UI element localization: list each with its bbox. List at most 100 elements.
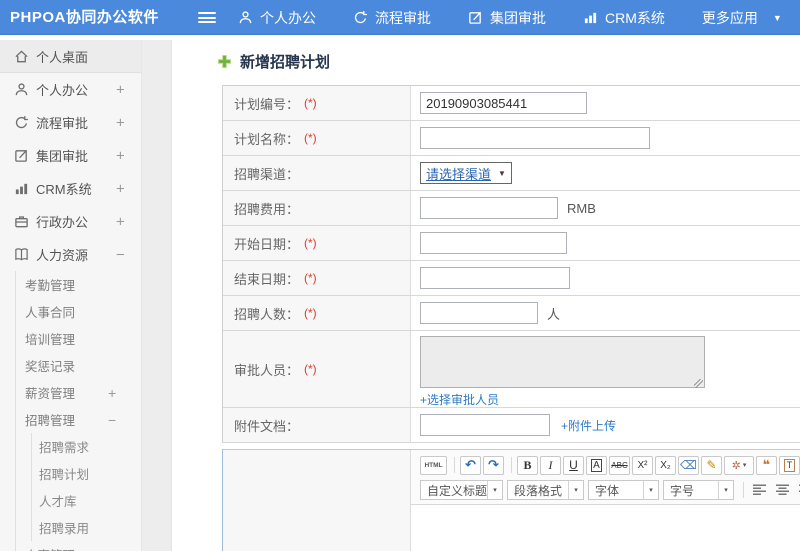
nav-item-crm[interactable]: CRM系统 (583, 8, 665, 28)
upload-attachment-link[interactable]: +附件上传 (561, 417, 616, 434)
align-center-icon[interactable] (772, 481, 794, 500)
paste-text-button[interactable]: T (779, 455, 800, 475)
collapse-icon[interactable]: − (108, 412, 116, 428)
form-row-attachment: 附件文档： +附件上传 (223, 408, 800, 443)
expand-icon[interactable]: + (116, 114, 125, 131)
approvers-textarea[interactable] (420, 336, 705, 388)
form-row-headcount: 招聘人数： (*) 人 (223, 296, 800, 331)
book-icon (14, 247, 29, 262)
resize-handle[interactable] (694, 379, 703, 388)
field-label: 附件文档： (234, 418, 300, 434)
hamburger-menu-icon[interactable] (198, 12, 216, 24)
custom-title-combo[interactable]: 自定义标题 ▾ (420, 480, 503, 500)
font-size-combo[interactable]: 字号 ▾ (663, 480, 734, 500)
bold-button[interactable]: B (517, 455, 538, 475)
headcount-unit: 人 (547, 306, 561, 322)
collapse-icon[interactable]: − (116, 246, 125, 263)
sidebar-item-admin-office[interactable]: 行政办公 + (0, 205, 141, 238)
underline-glyph: U (569, 458, 578, 472)
expand-icon[interactable]: + (116, 81, 125, 98)
select-approvers-link[interactable]: +选择审批人员 (420, 391, 499, 408)
edit-icon (14, 148, 29, 163)
fee-unit: RMB (567, 200, 596, 216)
sidebar-item-talent-pool[interactable]: 人才库 (32, 487, 141, 514)
sidebar-item-label: 行政办公 (36, 215, 89, 230)
attachment-input[interactable] (420, 414, 550, 436)
form-row-approvers: 审批人员： (*) +选择审批人员 (223, 331, 800, 408)
sidebar-item-label: 个人办公 (36, 83, 89, 98)
sidebar-item-personnel-mgmt[interactable]: 人事管理 + (16, 541, 141, 551)
expand-icon[interactable]: + (116, 180, 125, 197)
headcount-input[interactable] (420, 302, 538, 324)
sidebar-item-hr-contract[interactable]: 人事合同 (16, 298, 141, 325)
start-date-input[interactable] (420, 232, 567, 254)
sidebar-item-hr[interactable]: 人力资源 − (0, 238, 141, 271)
sidebar-item-salary[interactable]: 薪资管理 + (16, 379, 141, 406)
sidebar-item-personal-desktop[interactable]: 个人桌面 (0, 40, 141, 73)
italic-button[interactable]: I (540, 455, 561, 475)
expand-icon[interactable]: + (116, 147, 125, 164)
nav-item-workflow-approval[interactable]: 流程审批 (353, 8, 431, 28)
subscript-button[interactable]: X₂ (655, 455, 676, 475)
sidebar-item-label: 人才库 (39, 495, 77, 509)
fee-input[interactable] (420, 197, 558, 219)
app-logo: PHPOA协同办公软件 (10, 9, 159, 26)
expand-icon[interactable]: + (108, 385, 116, 401)
sidebar-item-label: 人事合同 (25, 306, 76, 320)
sidebar-item-recruit-hire[interactable]: 招聘录用 (32, 514, 141, 541)
expand-icon[interactable]: + (116, 213, 125, 230)
required-marker: (*) (304, 96, 317, 110)
nav-item-group-approval[interactable]: 集团审批 (468, 8, 546, 28)
sidebar-item-training[interactable]: 培训管理 (16, 325, 141, 352)
nav-item-more-apps[interactable]: 更多应用 (702, 8, 758, 28)
required-marker: (*) (304, 131, 317, 145)
plan-name-input[interactable] (420, 127, 650, 149)
sidebar-item-label: 招聘需求 (39, 441, 90, 455)
format-brush-icon[interactable]: ✎ (701, 455, 722, 475)
font-family-combo[interactable]: 字体 ▾ (588, 480, 659, 500)
nav-item-personal-office[interactable]: 个人办公 (238, 8, 316, 28)
undo-icon (14, 115, 29, 130)
sidebar-item-group-approval[interactable]: 集团审批 + (0, 139, 141, 172)
align-right-icon[interactable] (795, 481, 800, 500)
sidebar-item-reward-punishment[interactable]: 奖惩记录 (16, 352, 141, 379)
eraser-icon[interactable]: ⌫ (678, 455, 699, 475)
channel-select[interactable]: 请选择渠道 ▼ (420, 162, 512, 184)
sidebar-item-label: 集团审批 (36, 149, 89, 164)
editor-content-area[interactable] (411, 505, 800, 551)
end-date-input[interactable] (420, 267, 570, 289)
sidebar-item-recruit-mgmt[interactable]: 招聘管理 − (16, 406, 141, 433)
sidebar-item-label: 招聘管理 (25, 414, 76, 428)
sidebar-item-recruit-plan[interactable]: 招聘计划 (32, 460, 141, 487)
caret-down-icon: ▾ (568, 481, 583, 499)
undo-icon (353, 10, 368, 25)
sidebar-item-attendance[interactable]: 考勤管理 (16, 271, 141, 298)
blockquote-button[interactable]: ❝ (756, 455, 777, 475)
nav-label: 个人办公 (260, 9, 316, 26)
html-source-button[interactable]: HTML (420, 455, 447, 475)
required-marker: (*) (304, 362, 317, 376)
font-border-button[interactable]: A (586, 455, 607, 475)
sidebar-item-label: 流程审批 (36, 116, 89, 131)
expand-icon[interactable]: + (108, 547, 116, 551)
plan-no-input[interactable] (420, 92, 587, 114)
sidebar-item-label: 人事管理 (25, 545, 75, 551)
recruit-plan-form: 计划编号： (*) 计划名称： (*) 招聘渠道： 请选择渠道 ▼ 招聘费用： RM… (222, 85, 800, 443)
sidebar-item-crm[interactable]: CRM系统 + (0, 172, 141, 205)
undo-button[interactable]: ↶ (460, 455, 481, 475)
paragraph-format-combo[interactable]: 段落格式 ▾ (507, 480, 584, 500)
required-marker: (*) (304, 306, 317, 320)
caret-down-icon[interactable]: ▼ (773, 13, 782, 23)
redo-button[interactable]: ↷ (483, 455, 504, 475)
auto-typeset-button[interactable]: ✲ ▾ (724, 455, 754, 475)
sidebar-item-recruit-demand[interactable]: 招聘需求 (32, 433, 141, 460)
underline-button[interactable]: U (563, 455, 584, 475)
sidebar-item-personal-office[interactable]: 个人办公 + (0, 73, 141, 106)
strikethrough-button[interactable]: ABC (609, 455, 630, 475)
page-title: 新增招聘计划 (240, 54, 331, 71)
align-left-icon[interactable] (749, 481, 771, 500)
select-value: 请选择渠道 (426, 166, 492, 182)
sidebar-item-workflow-approval[interactable]: 流程审批 + (0, 106, 141, 139)
superscript-button[interactable]: X² (632, 455, 653, 475)
field-label: 开始日期： (234, 236, 300, 252)
